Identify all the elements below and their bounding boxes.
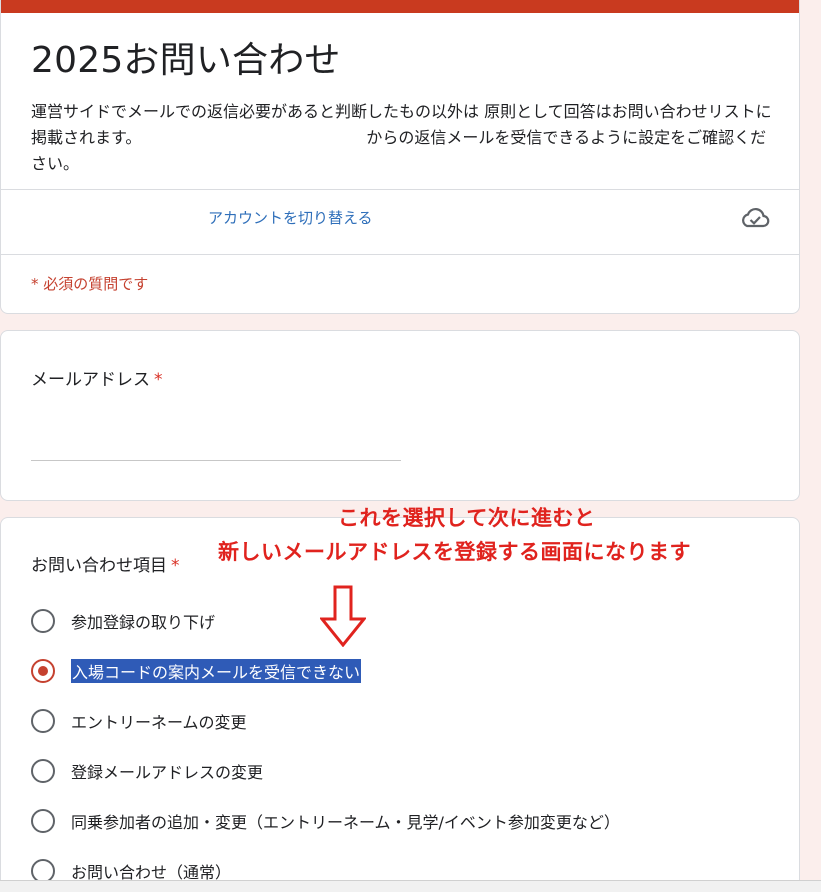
radio-button[interactable] <box>31 759 55 783</box>
taskbar <box>0 880 821 892</box>
cloud-saved-icon <box>742 208 770 228</box>
inquiry-question-text: お問い合わせ項目 <box>31 556 167 576</box>
inquiry-question-card: お問い合わせ項目 * 参加登録の取り下げ 入場コードの案内メールを受信できない エ… <box>0 517 800 892</box>
form-page: 2025お問い合わせ 運営サイドでメールでの返信必要があると判断したもの以外は … <box>0 0 821 892</box>
inquiry-question-label: お問い合わせ項目 * <box>31 551 180 576</box>
email-question-label: メールアドレス * <box>31 365 163 390</box>
annotation-line2: 新しいメールアドレスを登録する画面になります <box>218 540 691 564</box>
email-question-text: メールアドレス <box>31 370 150 390</box>
option-passenger-change[interactable]: 同乗参加者の追加・変更（エントリーネーム・見学/イベント参加変更など） <box>31 807 620 835</box>
form-description: 運営サイドでメールでの返信必要があると判断したもの以外は 原則として回答はお問い… <box>31 99 781 177</box>
divider <box>1 254 799 255</box>
option-label: エントリーネームの変更 <box>71 713 247 732</box>
divider <box>1 189 799 190</box>
option-label: 同乗参加者の追加・変更（エントリーネーム・見学/イベント参加変更など） <box>71 813 620 832</box>
switch-account-link[interactable]: アカウントを切り替える <box>208 207 373 228</box>
radio-button[interactable] <box>31 809 55 833</box>
accent-bar <box>1 0 799 13</box>
option-label: 入場コードの案内メールを受信できない <box>71 659 362 683</box>
form-header-card: 2025お問い合わせ 運営サイドでメールでの返信必要があると判断したもの以外は … <box>0 0 800 314</box>
radio-button-selected[interactable] <box>31 659 55 683</box>
required-note: * 必須の質問です <box>31 275 149 293</box>
email-input[interactable] <box>31 460 401 461</box>
option-change-email[interactable]: 登録メールアドレスの変更 <box>31 757 263 785</box>
radio-button[interactable] <box>31 609 55 633</box>
option-label: 登録メールアドレスの変更 <box>71 763 264 782</box>
option-change-entry-name[interactable]: エントリーネームの変更 <box>31 707 247 735</box>
option-withdraw-registration[interactable]: 参加登録の取り下げ <box>31 607 215 635</box>
required-mark: * <box>171 556 180 576</box>
down-arrow-icon <box>320 585 366 647</box>
radio-button[interactable] <box>31 709 55 733</box>
required-mark: * <box>154 370 163 390</box>
form-title: 2025お問い合わせ <box>31 40 341 81</box>
option-label: 参加登録の取り下げ <box>71 613 216 632</box>
email-question-card: メールアドレス * <box>0 330 800 501</box>
option-cannot-receive-entry-code[interactable]: 入場コードの案内メールを受信できない <box>31 657 362 685</box>
annotation-line1: これを選択して次に進むと <box>338 506 596 530</box>
